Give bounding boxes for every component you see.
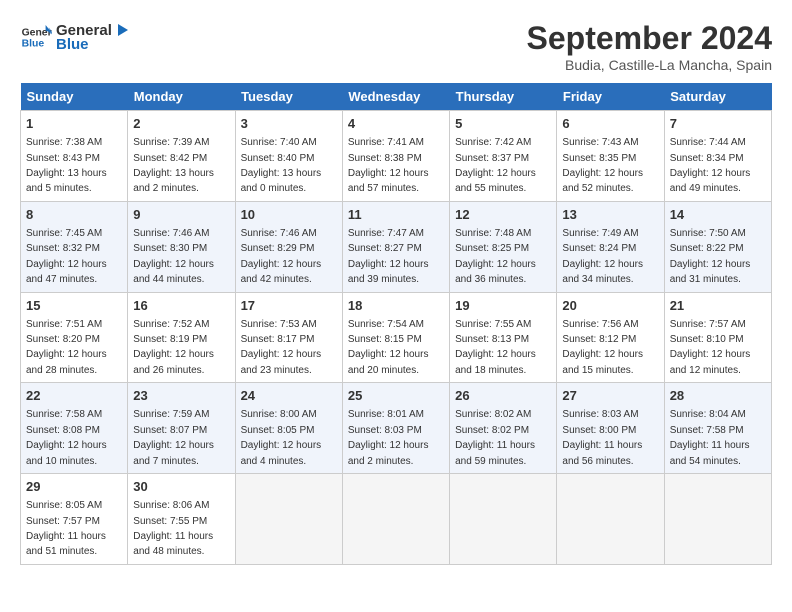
calendar-cell: [664, 474, 771, 565]
logo-icon: General Blue: [20, 21, 52, 53]
logo: General Blue General Blue: [20, 20, 132, 53]
calendar-cell: 22Sunrise: 7:58 AMSunset: 8:08 PMDayligh…: [21, 383, 128, 474]
header-monday: Monday: [128, 83, 235, 111]
location-subtitle: Budia, Castille-La Mancha, Spain: [527, 57, 772, 73]
calendar-cell: [557, 474, 664, 565]
calendar-cell: 4Sunrise: 7:41 AMSunset: 8:38 PMDaylight…: [342, 111, 449, 202]
calendar-week-row: 22Sunrise: 7:58 AMSunset: 8:08 PMDayligh…: [21, 383, 772, 474]
calendar-cell: 25Sunrise: 8:01 AMSunset: 8:03 PMDayligh…: [342, 383, 449, 474]
calendar-cell: 29Sunrise: 8:05 AMSunset: 7:57 PMDayligh…: [21, 474, 128, 565]
calendar-cell: 8Sunrise: 7:45 AMSunset: 8:32 PMDaylight…: [21, 201, 128, 292]
calendar-cell: 17Sunrise: 7:53 AMSunset: 8:17 PMDayligh…: [235, 292, 342, 383]
calendar-cell: 24Sunrise: 8:00 AMSunset: 8:05 PMDayligh…: [235, 383, 342, 474]
svg-text:Blue: Blue: [22, 38, 45, 49]
calendar-cell: [450, 474, 557, 565]
header-tuesday: Tuesday: [235, 83, 342, 111]
calendar-week-row: 15Sunrise: 7:51 AMSunset: 8:20 PMDayligh…: [21, 292, 772, 383]
header-sunday: Sunday: [21, 83, 128, 111]
header-friday: Friday: [557, 83, 664, 111]
calendar-cell: 27Sunrise: 8:03 AMSunset: 8:00 PMDayligh…: [557, 383, 664, 474]
calendar-cell: 9Sunrise: 7:46 AMSunset: 8:30 PMDaylight…: [128, 201, 235, 292]
calendar-cell: 11Sunrise: 7:47 AMSunset: 8:27 PMDayligh…: [342, 201, 449, 292]
calendar-week-row: 8Sunrise: 7:45 AMSunset: 8:32 PMDaylight…: [21, 201, 772, 292]
calendar-cell: 18Sunrise: 7:54 AMSunset: 8:15 PMDayligh…: [342, 292, 449, 383]
calendar-cell: 2Sunrise: 7:39 AMSunset: 8:42 PMDaylight…: [128, 111, 235, 202]
calendar-cell: 16Sunrise: 7:52 AMSunset: 8:19 PMDayligh…: [128, 292, 235, 383]
calendar-week-row: 29Sunrise: 8:05 AMSunset: 7:57 PMDayligh…: [21, 474, 772, 565]
month-title: September 2024: [527, 20, 772, 57]
calendar-cell: [235, 474, 342, 565]
header-saturday: Saturday: [664, 83, 771, 111]
calendar-cell: 19Sunrise: 7:55 AMSunset: 8:13 PMDayligh…: [450, 292, 557, 383]
calendar-cell: 30Sunrise: 8:06 AMSunset: 7:55 PMDayligh…: [128, 474, 235, 565]
calendar-table: Sunday Monday Tuesday Wednesday Thursday…: [20, 83, 772, 565]
calendar-cell: 15Sunrise: 7:51 AMSunset: 8:20 PMDayligh…: [21, 292, 128, 383]
calendar-week-row: 1Sunrise: 7:38 AMSunset: 8:43 PMDaylight…: [21, 111, 772, 202]
calendar-cell: 3Sunrise: 7:40 AMSunset: 8:40 PMDaylight…: [235, 111, 342, 202]
calendar-cell: [342, 474, 449, 565]
weekday-header-row: Sunday Monday Tuesday Wednesday Thursday…: [21, 83, 772, 111]
calendar-cell: 14Sunrise: 7:50 AMSunset: 8:22 PMDayligh…: [664, 201, 771, 292]
calendar-cell: 10Sunrise: 7:46 AMSunset: 8:29 PMDayligh…: [235, 201, 342, 292]
header-wednesday: Wednesday: [342, 83, 449, 111]
calendar-cell: 1Sunrise: 7:38 AMSunset: 8:43 PMDaylight…: [21, 111, 128, 202]
calendar-cell: 13Sunrise: 7:49 AMSunset: 8:24 PMDayligh…: [557, 201, 664, 292]
calendar-cell: 12Sunrise: 7:48 AMSunset: 8:25 PMDayligh…: [450, 201, 557, 292]
calendar-cell: 28Sunrise: 8:04 AMSunset: 7:58 PMDayligh…: [664, 383, 771, 474]
title-area: September 2024 Budia, Castille-La Mancha…: [527, 20, 772, 73]
header-thursday: Thursday: [450, 83, 557, 111]
calendar-cell: 23Sunrise: 7:59 AMSunset: 8:07 PMDayligh…: [128, 383, 235, 474]
calendar-cell: 6Sunrise: 7:43 AMSunset: 8:35 PMDaylight…: [557, 111, 664, 202]
calendar-cell: 20Sunrise: 7:56 AMSunset: 8:12 PMDayligh…: [557, 292, 664, 383]
header: General Blue General Blue September 2024…: [20, 20, 772, 73]
calendar-cell: 5Sunrise: 7:42 AMSunset: 8:37 PMDaylight…: [450, 111, 557, 202]
logo-arrow-icon: [112, 20, 132, 40]
calendar-cell: 26Sunrise: 8:02 AMSunset: 8:02 PMDayligh…: [450, 383, 557, 474]
calendar-cell: 21Sunrise: 7:57 AMSunset: 8:10 PMDayligh…: [664, 292, 771, 383]
calendar-cell: 7Sunrise: 7:44 AMSunset: 8:34 PMDaylight…: [664, 111, 771, 202]
